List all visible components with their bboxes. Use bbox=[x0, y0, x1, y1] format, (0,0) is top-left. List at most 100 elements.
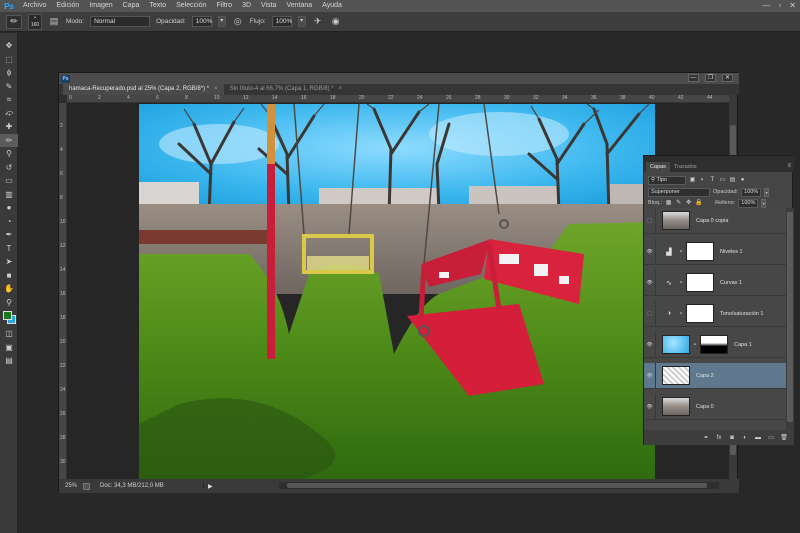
airbrush-icon[interactable]: ✈ bbox=[312, 16, 324, 28]
lasso-tool-icon[interactable]: ϕ bbox=[0, 66, 18, 80]
crop-tool-icon[interactable]: ⌗ bbox=[0, 93, 18, 107]
new-layer-icon[interactable]: ▭ bbox=[767, 434, 775, 442]
layer-thumbnail[interactable] bbox=[662, 397, 690, 416]
layer-mask-thumbnail[interactable] bbox=[686, 242, 714, 261]
horizontal-scroll-thumb[interactable] bbox=[287, 483, 707, 488]
layer-style-icon[interactable]: fx bbox=[715, 434, 723, 442]
menu-ventana[interactable]: Ventana bbox=[281, 0, 317, 12]
panel-menu-icon[interactable]: ≡ bbox=[787, 163, 791, 169]
image-canvas[interactable] bbox=[139, 104, 655, 480]
layer-mask-thumbnail[interactable] bbox=[700, 335, 728, 354]
menu-vista[interactable]: Vista bbox=[256, 0, 281, 12]
flow-input[interactable]: 100% bbox=[271, 16, 292, 27]
tool-preset-picker[interactable]: ✏ bbox=[6, 14, 22, 29]
layer-thumbnail[interactable] bbox=[662, 211, 690, 230]
filter-pixel-icon[interactable]: ▣ bbox=[689, 177, 696, 184]
tab-close-icon[interactable]: × bbox=[339, 86, 343, 92]
clone-stamp-tool-icon[interactable]: ⚲ bbox=[0, 147, 18, 161]
status-menu-arrow-icon[interactable]: ▶ bbox=[208, 483, 213, 490]
minimize-button[interactable]: — bbox=[762, 1, 770, 10]
fill-dropdown[interactable]: ▾ bbox=[761, 198, 767, 208]
filter-type-icon[interactable]: T bbox=[709, 177, 716, 184]
doc-close-button[interactable]: ✕ bbox=[722, 74, 733, 82]
pressure-size-icon[interactable]: ◉ bbox=[330, 16, 342, 28]
eye-icon[interactable]: 👁 bbox=[644, 238, 656, 265]
screen-mode-icon[interactable]: ▣ bbox=[0, 341, 18, 355]
layers-scrollbar[interactable] bbox=[786, 208, 794, 430]
foreground-color-swatch[interactable] bbox=[3, 311, 12, 320]
maximize-button[interactable]: ▫ bbox=[778, 1, 781, 10]
frame-icon[interactable]: ▤ bbox=[0, 354, 18, 368]
ruler-horizontal[interactable]: 0 2 4 6 8 10 12 14 16 18 20 22 24 26 28 30 32 34 36 38 40 42 4… bbox=[67, 95, 731, 103]
doc-restore-button[interactable]: ❐ bbox=[705, 74, 716, 82]
healing-brush-tool-icon[interactable]: ✚ bbox=[0, 120, 18, 134]
menu-capa[interactable]: Capa bbox=[118, 0, 145, 12]
layer-mask-thumbnail[interactable] bbox=[686, 304, 714, 323]
menu-imagen[interactable]: Imagen bbox=[84, 0, 117, 12]
mask-link-icon[interactable]: ⚭ bbox=[678, 249, 684, 255]
status-export-icon[interactable] bbox=[83, 482, 90, 490]
layer-row[interactable]: 👁 ⚭ Capa 1 bbox=[644, 331, 786, 358]
menu-archivo[interactable]: Archivo bbox=[18, 0, 51, 12]
layer-row[interactable]: 👁 ▟ ⚭ Niveles 1 bbox=[644, 238, 786, 265]
eye-icon[interactable]: 👁 bbox=[644, 362, 656, 389]
pen-tool-icon[interactable]: ✒ bbox=[0, 228, 18, 242]
mask-link-icon[interactable]: ⚭ bbox=[692, 342, 698, 348]
brush-panel-toggle-icon[interactable]: ▤ bbox=[48, 16, 60, 28]
lock-all-icon[interactable]: 🔒 bbox=[695, 200, 702, 207]
lock-image-icon[interactable]: ✎ bbox=[675, 200, 682, 207]
brush-preset-picker[interactable]: • 160 bbox=[28, 13, 42, 30]
layer-row[interactable]: 👁 ∿ ⚭ Curvas 1 bbox=[644, 269, 786, 296]
eraser-tool-icon[interactable]: ▭ bbox=[0, 174, 18, 188]
horizontal-scrollbar[interactable] bbox=[279, 482, 719, 489]
tab-sin-titulo[interactable]: Sin título-4 al 66,7% (Capa 1, RGB/8) * × bbox=[224, 84, 349, 95]
link-layers-icon[interactable]: ⚭ bbox=[702, 434, 710, 442]
new-adjustment-icon[interactable]: ◐ bbox=[741, 434, 749, 442]
add-mask-icon[interactable]: ◙ bbox=[728, 434, 736, 442]
menu-ayuda[interactable]: Ayuda bbox=[317, 0, 347, 12]
color-swatches[interactable] bbox=[0, 309, 18, 327]
menu-filtro[interactable]: Filtro bbox=[212, 0, 238, 12]
brush-tool-icon[interactable]: ✏ bbox=[0, 133, 18, 147]
move-tool-icon[interactable]: ✥ bbox=[0, 39, 18, 53]
marquee-tool-icon[interactable]: ⬚ bbox=[0, 53, 18, 67]
path-select-tool-icon[interactable]: ➤ bbox=[0, 255, 18, 269]
zoom-level[interactable]: 25% bbox=[59, 483, 79, 489]
layer-opacity-input[interactable]: 100% bbox=[741, 187, 762, 197]
eye-icon[interactable]: 👁 bbox=[644, 393, 656, 420]
eye-icon[interactable]: 👁 bbox=[644, 269, 656, 296]
filter-adjustment-icon[interactable]: ◐ bbox=[699, 177, 706, 184]
eyedropper-tool-icon[interactable]: ⤽ bbox=[0, 107, 18, 121]
filter-shape-icon[interactable]: ▭ bbox=[719, 177, 726, 184]
filter-smart-icon[interactable]: ▤ bbox=[729, 177, 736, 184]
tab-capas[interactable]: Capas bbox=[646, 162, 670, 172]
visibility-off-icon[interactable] bbox=[644, 300, 656, 327]
opacity-input[interactable]: 100% bbox=[191, 16, 212, 27]
menu-texto[interactable]: Texto bbox=[144, 0, 171, 12]
layer-row[interactable]: 👁 Capa 0 bbox=[644, 393, 786, 420]
flow-dropdown[interactable]: ▾ bbox=[297, 16, 306, 27]
layer-row[interactable]: ◑ ⚭ Tono/saturación 1 bbox=[644, 300, 786, 327]
tab-trazados[interactable]: Trazados bbox=[670, 162, 701, 172]
pasteboard[interactable] bbox=[67, 103, 731, 480]
layer-opacity-dropdown[interactable]: ▾ bbox=[764, 187, 770, 197]
layers-scroll-thumb[interactable] bbox=[787, 212, 793, 422]
document-titlebar[interactable]: Ps — ❐ ✕ bbox=[59, 73, 739, 84]
quick-select-tool-icon[interactable]: ✎ bbox=[0, 80, 18, 94]
pressure-opacity-icon[interactable]: ◎ bbox=[232, 16, 244, 28]
fill-input[interactable]: 100% bbox=[738, 198, 759, 208]
quick-mask-icon[interactable]: ◫ bbox=[0, 327, 18, 341]
new-group-icon[interactable]: ▬ bbox=[754, 434, 762, 442]
history-brush-tool-icon[interactable]: ↺ bbox=[0, 161, 18, 175]
mask-link-icon[interactable]: ⚭ bbox=[678, 311, 684, 317]
layer-mask-thumbnail[interactable] bbox=[686, 273, 714, 292]
blend-mode-select[interactable]: Superponer bbox=[648, 187, 710, 197]
shape-tool-icon[interactable]: ■ bbox=[0, 269, 18, 283]
opacity-dropdown[interactable]: ▾ bbox=[217, 16, 226, 27]
layer-thumbnail[interactable] bbox=[662, 366, 690, 385]
menu-seleccion[interactable]: Selección bbox=[171, 0, 211, 12]
mask-link-icon[interactable]: ⚭ bbox=[678, 280, 684, 286]
close-button[interactable]: ✕ bbox=[789, 1, 796, 10]
tab-hamaca[interactable]: hamaca-Recuperado.psd al 25% (Capa 2, RG… bbox=[63, 84, 224, 95]
blur-tool-icon[interactable]: ● bbox=[0, 201, 18, 215]
